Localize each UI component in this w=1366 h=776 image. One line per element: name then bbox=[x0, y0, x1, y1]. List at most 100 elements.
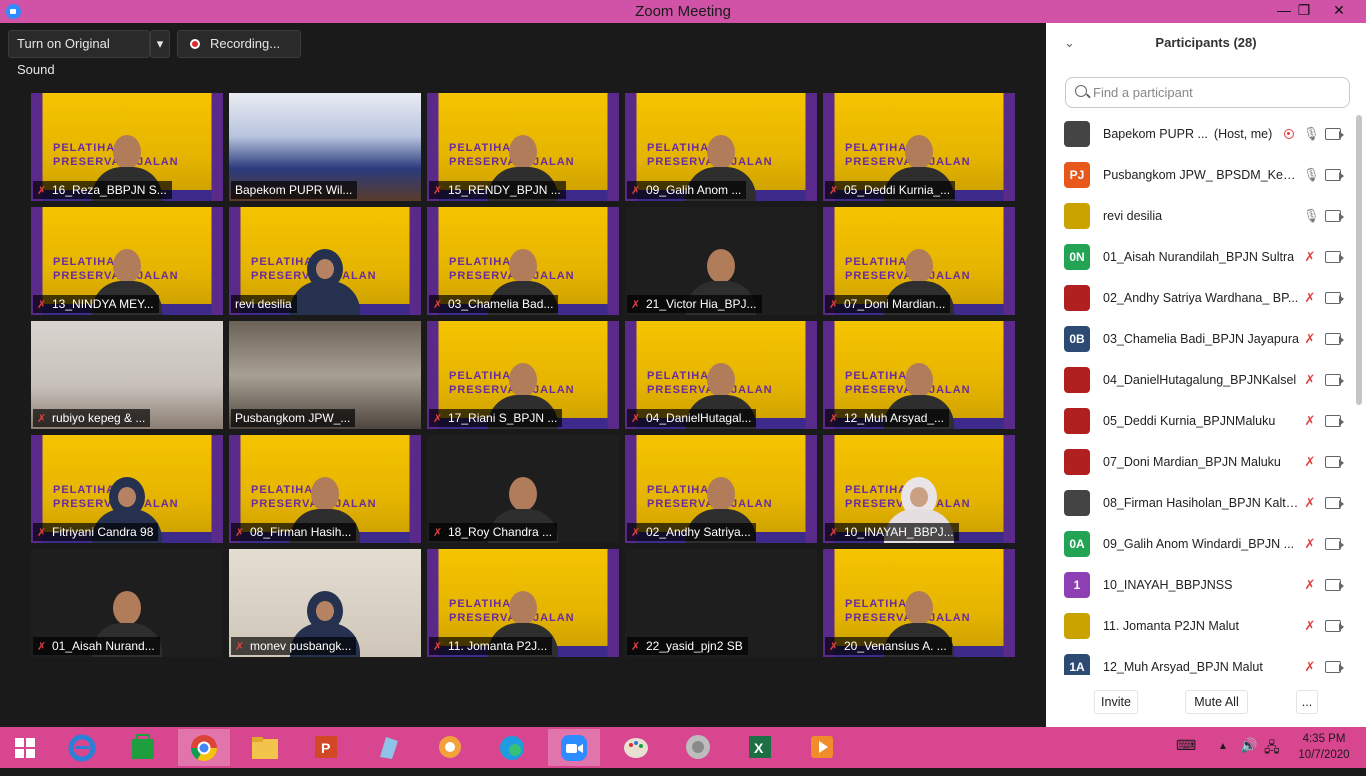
chrome-icon[interactable] bbox=[178, 729, 230, 766]
participant-row[interactable]: Bapekom PUPR ... (Host, me) 🎙 bbox=[1046, 115, 1356, 156]
participant-row[interactable]: 1A 12_Muh Arsyad_BPJN Malut ✗ bbox=[1046, 648, 1356, 675]
video-tile[interactable]: ✗ 01_Aisah Nurand... bbox=[31, 549, 223, 657]
participant-row[interactable]: 05_Deddi Kurnia_BPJNMaluku ✗ bbox=[1046, 402, 1356, 443]
participant-row[interactable]: revi desilia 🎙 bbox=[1046, 197, 1356, 238]
video-tile[interactable]: ✗ 18_Roy Chandra ... bbox=[427, 435, 619, 543]
mic-muted-icon: ✗ bbox=[829, 299, 839, 311]
internet-explorer-icon[interactable] bbox=[56, 729, 108, 766]
video-camera-icon[interactable] bbox=[1325, 415, 1341, 427]
video-tile[interactable]: revi desilia bbox=[229, 207, 421, 315]
mic-muted-icon[interactable]: ✗ bbox=[1303, 659, 1317, 675]
video-camera-icon[interactable] bbox=[1325, 169, 1341, 181]
video-tile[interactable]: ✗ Fitriyani Candra 98 bbox=[31, 435, 223, 543]
video-tile[interactable]: ✗ monev pusbangk... bbox=[229, 549, 421, 657]
mic-muted-icon[interactable]: ✗ bbox=[1303, 249, 1317, 265]
original-sound-button[interactable]: Turn on Original Sound bbox=[8, 30, 150, 77]
video-camera-icon[interactable] bbox=[1325, 251, 1341, 263]
participant-row[interactable]: 0N 01_Aisah Nurandilah_BPJN Sultra ✗ bbox=[1046, 238, 1356, 279]
video-camera-icon[interactable] bbox=[1325, 579, 1341, 591]
paint-icon[interactable] bbox=[610, 729, 662, 766]
file-explorer-icon[interactable] bbox=[239, 729, 291, 766]
maximize-button[interactable]: ❐ bbox=[1286, 0, 1322, 22]
keyboard-icon[interactable]: ⌨ bbox=[1176, 737, 1196, 754]
video-camera-icon[interactable] bbox=[1325, 210, 1341, 222]
participant-row[interactable]: 11. Jomanta P2JN Malut ✗ bbox=[1046, 607, 1356, 648]
mic-muted-icon[interactable]: ✗ bbox=[1303, 618, 1317, 634]
video-tile[interactable]: ✗ 07_Doni Mardian... bbox=[823, 207, 1015, 315]
original-sound-dropdown[interactable]: ▾ bbox=[150, 30, 170, 58]
video-tile[interactable]: ✗ 05_Deddi Kurnia_... bbox=[823, 93, 1015, 201]
video-tile[interactable]: ✗ 22_yasid_pjn2 SB bbox=[625, 549, 817, 657]
video-camera-icon[interactable] bbox=[1325, 292, 1341, 304]
microphone-icon[interactable]: 🎙 bbox=[1303, 167, 1320, 183]
start-windows-icon[interactable] bbox=[0, 729, 50, 766]
mic-muted-icon[interactable]: ✗ bbox=[1303, 290, 1317, 306]
notepad-icon[interactable] bbox=[362, 729, 414, 766]
store-icon[interactable] bbox=[117, 729, 169, 766]
participant-row[interactable]: 08_Firman Hasiholan_BPJN Kalte... ✗ bbox=[1046, 484, 1356, 525]
video-tile[interactable]: ✗ 13_NINDYA MEY... bbox=[31, 207, 223, 315]
tile-name-label: ✗ 04_DanielHutagal... bbox=[627, 409, 757, 427]
video-tile[interactable]: Pusbangkom JPW_... bbox=[229, 321, 421, 429]
video-camera-icon[interactable] bbox=[1325, 497, 1341, 509]
video-tile[interactable]: ✗ 09_Galih Anom ... bbox=[625, 93, 817, 201]
invite-button[interactable]: Invite bbox=[1094, 690, 1138, 714]
participant-row[interactable]: 07_Doni Mardian_BPJN Maluku ✗ bbox=[1046, 443, 1356, 484]
excel-icon[interactable]: X bbox=[734, 729, 786, 766]
network-icon[interactable]: 🖧 bbox=[1264, 737, 1280, 761]
video-tile[interactable]: ✗ 08_Firman Hasih... bbox=[229, 435, 421, 543]
mic-muted-icon[interactable]: ✗ bbox=[1303, 577, 1317, 593]
volume-icon[interactable]: 🔊 bbox=[1240, 737, 1257, 754]
mic-muted-icon[interactable]: ✗ bbox=[1303, 413, 1317, 429]
edge-icon[interactable] bbox=[486, 729, 538, 766]
video-tile[interactable]: ✗ 03_Chamelia Bad... bbox=[427, 207, 619, 315]
media-player-icon[interactable] bbox=[796, 729, 848, 766]
settings-gear-icon[interactable] bbox=[424, 729, 476, 766]
video-tile[interactable]: ✗ 21_Victor Hia_BPJ... bbox=[625, 207, 817, 315]
video-tile[interactable]: ✗ 20_Venansius A. ... bbox=[823, 549, 1015, 657]
video-tile[interactable]: ✗ 10_INAYAH_BBPJ... bbox=[823, 435, 1015, 543]
mic-muted-icon[interactable]: ✗ bbox=[1303, 372, 1317, 388]
video-tile[interactable]: ✗ 04_DanielHutagal... bbox=[625, 321, 817, 429]
video-camera-icon[interactable] bbox=[1325, 661, 1341, 673]
video-tile[interactable]: ✗ 15_RENDY_BPJN ... bbox=[427, 93, 619, 201]
participant-row[interactable]: 0B 03_Chamelia Badi_BPJN Jayapura ✗ bbox=[1046, 320, 1356, 361]
participant-row[interactable]: 02_Andhy Satriya Wardhana_ BP... ✗ bbox=[1046, 279, 1356, 320]
video-camera-icon[interactable] bbox=[1325, 374, 1341, 386]
mic-muted-icon[interactable]: ✗ bbox=[1303, 331, 1317, 347]
speaker-app-icon[interactable] bbox=[672, 729, 724, 766]
mic-muted-icon[interactable]: ✗ bbox=[1303, 454, 1317, 470]
tile-name-text: 15_RENDY_BPJN ... bbox=[448, 183, 561, 197]
video-camera-icon[interactable] bbox=[1325, 333, 1341, 345]
participant-row[interactable]: 0A 09_Galih Anom Windardi_BPJN ... ✗ bbox=[1046, 525, 1356, 566]
video-camera-icon[interactable] bbox=[1325, 128, 1341, 140]
participant-row[interactable]: PJ Pusbangkom JPW_ BPSDM_Kem... 🎙 bbox=[1046, 156, 1356, 197]
video-camera-icon[interactable] bbox=[1325, 538, 1341, 550]
mic-muted-icon[interactable]: ✗ bbox=[1303, 495, 1317, 511]
close-button[interactable]: ✕ bbox=[1321, 0, 1357, 22]
video-tile[interactable]: ✗ 02_Andhy Satriya... bbox=[625, 435, 817, 543]
powerpoint-icon[interactable]: P bbox=[300, 729, 352, 766]
video-tile[interactable]: ✗ rubiyo kepeg & ... bbox=[31, 321, 223, 429]
mute-all-button[interactable]: Mute All bbox=[1185, 690, 1248, 714]
zoom-app-icon[interactable] bbox=[548, 729, 600, 766]
system-clock[interactable]: 4:35 PM 10/7/2020 bbox=[1290, 731, 1358, 763]
participant-row[interactable]: 1 10_INAYAH_BBPJNSS ✗ bbox=[1046, 566, 1356, 607]
video-camera-icon[interactable] bbox=[1325, 620, 1341, 632]
microphone-icon[interactable]: 🎙 bbox=[1303, 208, 1320, 224]
participant-row[interactable]: 04_DanielHutagalung_BPJNKalsel ✗ bbox=[1046, 361, 1356, 402]
video-tile[interactable]: ✗ 16_Reza_BBPJN S... bbox=[31, 93, 223, 201]
video-tile[interactable]: ✗ 12_Muh Arsyad_... bbox=[823, 321, 1015, 429]
microphone-icon[interactable]: 🎙 bbox=[1303, 126, 1320, 142]
video-tile[interactable]: ✗ 17_Riani S_BPJN ... bbox=[427, 321, 619, 429]
more-options-button[interactable]: ... bbox=[1296, 690, 1318, 714]
video-camera-icon[interactable] bbox=[1325, 456, 1341, 468]
recording-indicator[interactable]: Recording... bbox=[177, 30, 301, 58]
participant-avatar: 0B bbox=[1064, 326, 1090, 352]
video-tile[interactable]: ✗ 11. Jomanta P2J... bbox=[427, 549, 619, 657]
participant-list-scrollbar[interactable] bbox=[1356, 115, 1362, 405]
mic-muted-icon[interactable]: ✗ bbox=[1303, 536, 1317, 552]
participant-search-input[interactable]: Find a participant bbox=[1065, 77, 1350, 108]
tray-expand-icon[interactable]: ▲ bbox=[1218, 741, 1228, 752]
video-tile[interactable]: Bapekom PUPR Wil... bbox=[229, 93, 421, 201]
